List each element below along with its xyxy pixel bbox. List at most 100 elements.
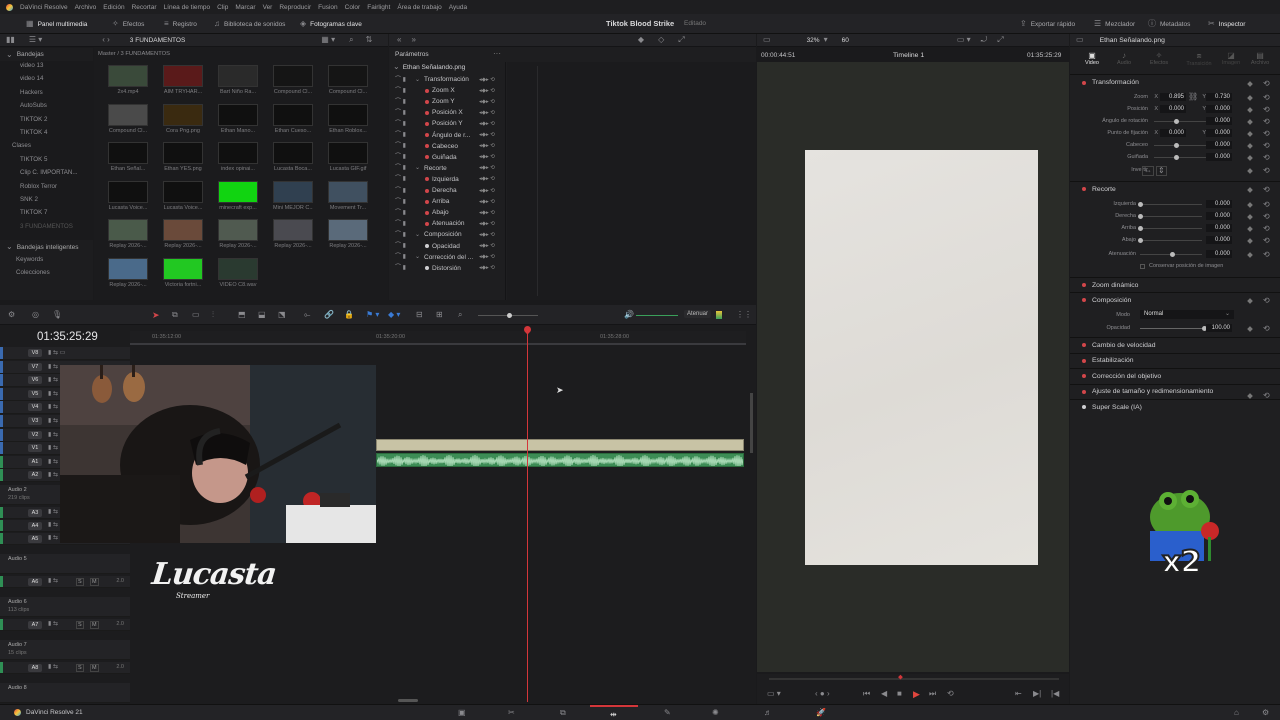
expand-icon[interactable]: »	[411, 36, 415, 44]
stop-icon[interactable]: ■	[897, 690, 902, 698]
media-clip[interactable]: Replay 2026-...	[328, 219, 368, 249]
flag-icon[interactable]: ⚑ ▾	[366, 310, 379, 319]
mute-button[interactable]: M	[90, 578, 99, 586]
dynamic-zoom-section[interactable]: Zoom dinámico	[1070, 277, 1280, 292]
curve-toggle-icon[interactable]: ⌒ ▮	[395, 232, 406, 238]
track-controls-icon[interactable]: ▮ ⇆ ▭	[48, 350, 65, 356]
params-clip[interactable]: ⌄ Ethan Señalando.png	[393, 63, 465, 71]
view-options-icon[interactable]: ▭ ▾	[957, 36, 971, 44]
reset-icon[interactable]: ⟲	[1263, 130, 1270, 138]
fairlight-page-icon[interactable]: ♬	[764, 709, 772, 717]
param-row[interactable]: ⌒ ▮ Zoom Y ◂◆▸ ⟲	[389, 96, 505, 107]
trim-tool-icon[interactable]: ⧉	[172, 311, 178, 319]
chevron-down-icon[interactable]: ⌄	[415, 232, 420, 238]
insert-clip-icon[interactable]: ⬒	[238, 311, 246, 319]
bin-item[interactable]: AutoSubs	[20, 102, 47, 109]
reset-icon[interactable]: ⟲	[1263, 142, 1270, 150]
panel-toggle-icon[interactable]: ▮▮	[6, 36, 15, 44]
curve-toggle-icon[interactable]: ⌒ ▮	[395, 110, 406, 116]
chevron-down-icon[interactable]: ⌄	[415, 254, 420, 260]
slider-knob[interactable]	[1138, 214, 1143, 219]
keyframe-controls-icon[interactable]: ◂◆▸ ⟲	[479, 110, 495, 116]
audio-group-header[interactable]: Audio 7 15 clips	[0, 640, 130, 660]
cut-page-alt-icon[interactable]: ⧉	[560, 709, 566, 717]
keyframe-controls-icon[interactable]: ◂◆▸ ⟲	[479, 77, 495, 83]
reset-icon[interactable]: ⟲	[1263, 251, 1270, 259]
media-clip[interactable]: Cora Png.png	[163, 103, 203, 134]
more-icon[interactable]: ···	[493, 49, 501, 58]
slider-knob[interactable]	[1174, 119, 1179, 124]
solo-button[interactable]: S	[76, 664, 84, 672]
menu-item-mark[interactable]: Marcar	[235, 4, 255, 11]
param-row[interactable]: ⌒ ▮ Guiñada ◂◆▸ ⟲	[389, 152, 505, 163]
viewer-fps[interactable]: 60	[842, 37, 849, 44]
audio-group-header[interactable]: Audio 5	[0, 554, 130, 574]
menu-item-color[interactable]: Color	[345, 4, 361, 11]
enable-dot[interactable]	[1082, 405, 1086, 409]
retain-image-checkbox[interactable]: Conservar posición de imagen	[1140, 263, 1223, 269]
menu-item-timeline[interactable]: Línea de tiempo	[164, 4, 211, 11]
reset-icon[interactable]: ⟲	[1263, 201, 1270, 209]
keyframe-controls-icon[interactable]: ◂◆▸ ⟲	[479, 121, 495, 127]
edit-page-tab[interactable]: ⇹	[590, 705, 638, 720]
media-clip[interactable]: Compound Cl...	[273, 65, 313, 95]
grid-view-icon[interactable]: ▦ ▾	[321, 36, 335, 44]
crop-left-slider[interactable]	[1138, 202, 1202, 207]
enable-dot[interactable]	[1082, 298, 1086, 302]
keyframe-diamond-icon[interactable]	[1247, 155, 1253, 161]
bin-item[interactable]: video 13	[20, 62, 43, 69]
enable-dot[interactable]	[1082, 343, 1086, 347]
crop-left-field[interactable]: 0.000	[1206, 200, 1232, 208]
volume-icon[interactable]: 🔊	[624, 311, 634, 319]
list-view-icon[interactable]: ☰ ▾	[29, 36, 42, 44]
last-frame-icon[interactable]: |◀	[1051, 690, 1059, 698]
solo-button[interactable]: S	[76, 621, 84, 629]
audio-group-header[interactable]: Audio 6 113 clips	[0, 597, 130, 617]
keyframe-prev-icon[interactable]: ◇	[658, 36, 664, 44]
crop-soft-slider[interactable]	[1140, 252, 1202, 257]
param-row[interactable]: ⌒ ▮ Derecha ◂◆▸ ⟲	[389, 185, 505, 196]
keyframe-controls-icon[interactable]: ◂◆▸ ⟲	[479, 88, 495, 94]
pitch-field[interactable]: 0.000	[1206, 141, 1232, 149]
opacity-slider[interactable]	[1140, 326, 1207, 331]
keyframe-controls-icon[interactable]: ◂◆▸ ⟲	[479, 132, 495, 138]
bin-item[interactable]: TIKTOK 5	[20, 156, 47, 163]
viewer-zoom[interactable]: 32%	[807, 37, 820, 44]
lock-icon[interactable]: 🔒	[344, 311, 354, 319]
media-clip[interactable]: Bart Niño Ra...	[218, 65, 258, 95]
zoom-custom-icon[interactable]: ⌕	[458, 311, 462, 319]
keyframe-controls-icon[interactable]: ◂◆▸ ⟲	[479, 265, 495, 271]
search-icon[interactable]: ⌕	[349, 36, 353, 44]
param-row[interactable]: ⌒ ▮ Posición X ◂◆▸ ⟲	[389, 107, 505, 118]
param-row[interactable]: ⌒ ▮ Arriba ◂◆▸ ⟲	[389, 196, 505, 207]
menu-item-clip[interactable]: Clip	[217, 4, 228, 11]
viewer-canvas[interactable]	[757, 62, 1069, 672]
collapse-icon[interactable]: «	[397, 36, 401, 44]
bin-item[interactable]: TIKTOK 2	[20, 116, 47, 123]
media-clip[interactable]: Ethan Cueso...	[273, 103, 313, 134]
keyframe-controls-icon[interactable]: ◂◆▸ ⟲	[479, 143, 495, 149]
smart-bins-header[interactable]: ⌄ Bandejas inteligentes	[0, 241, 93, 253]
reset-icon[interactable]: ⟲	[1263, 225, 1270, 233]
bin-item[interactable]: Clases	[12, 142, 31, 149]
slider-knob[interactable]	[1138, 238, 1143, 243]
keyframe-diamond-icon[interactable]	[1247, 95, 1253, 101]
reset-icon[interactable]: ⟲	[1263, 186, 1270, 194]
link-icon[interactable]: ⛓	[1188, 93, 1198, 101]
timeline-scroll[interactable]	[398, 699, 418, 702]
loop-range-icon[interactable]: ‹ ● ›	[815, 690, 830, 698]
slider-knob[interactable]	[1174, 143, 1179, 148]
media-clip[interactable]: Lucasta Voice...	[163, 180, 203, 211]
chevron-down-icon[interactable]: ⌄	[415, 165, 420, 171]
media-clip[interactable]: 2x4.mp4	[108, 65, 148, 95]
layout-icon[interactable]: ▭	[1076, 36, 1084, 44]
menu-item-workspace[interactable]: Área de trabajo	[397, 4, 441, 11]
curve-toggle-icon[interactable]: ⌒ ▮	[395, 143, 406, 149]
curve-toggle-icon[interactable]: ⌒ ▮	[395, 254, 406, 260]
param-row[interactable]: ⌒ ▮ Opacidad ◂◆▸ ⟲	[389, 241, 505, 252]
reverse-icon[interactable]: ◀	[881, 690, 887, 698]
crop-right-slider[interactable]	[1138, 214, 1202, 219]
enable-dot[interactable]	[1082, 187, 1086, 191]
media-clip[interactable]: AIM TRYHAR...	[163, 65, 203, 95]
keyframe-controls-icon[interactable]: ◂◆▸ ⟲	[479, 154, 495, 160]
